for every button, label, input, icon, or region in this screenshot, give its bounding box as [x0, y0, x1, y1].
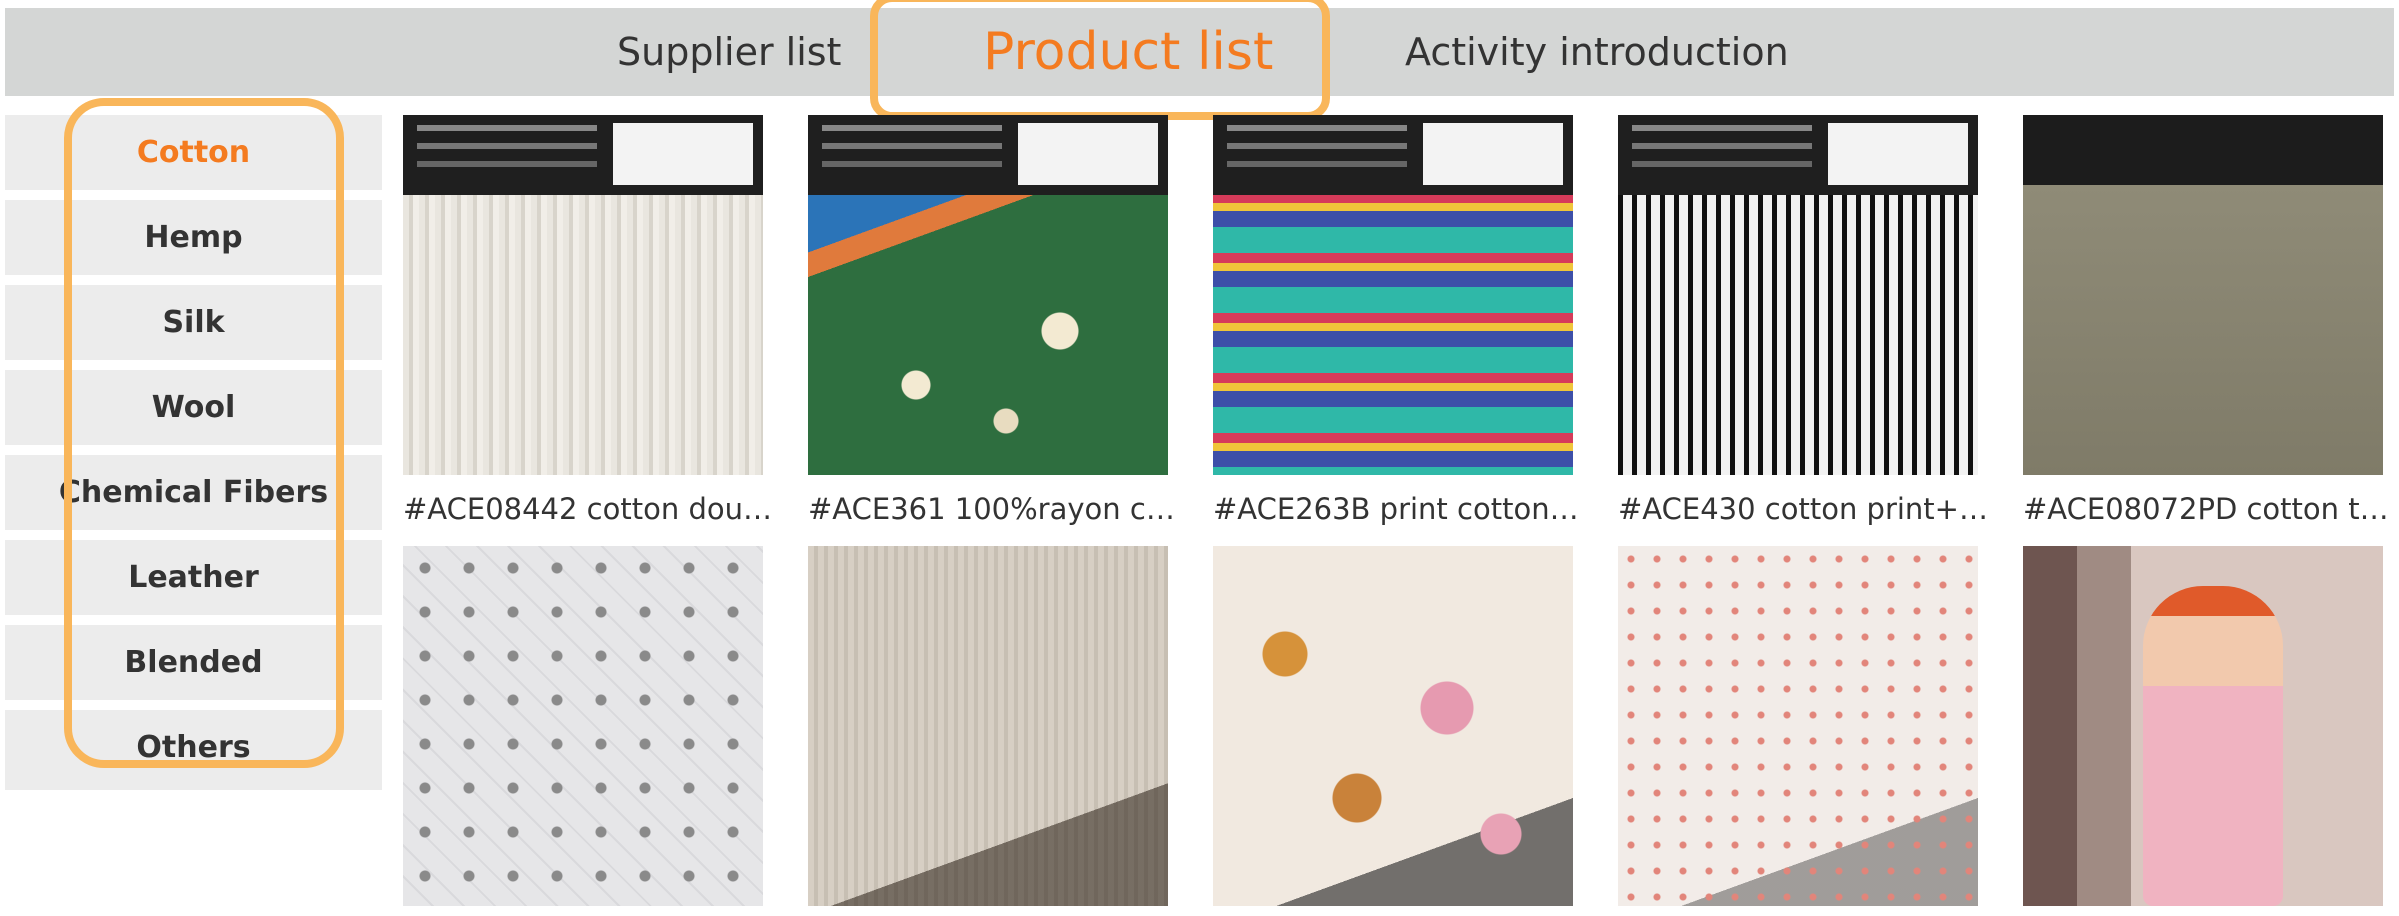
category-cotton[interactable]: Cotton: [5, 115, 382, 190]
product-caption[interactable]: #ACE08442 cotton doubl...: [403, 492, 773, 526]
category-silk[interactable]: Silk: [5, 285, 382, 360]
category-others[interactable]: Others: [5, 710, 382, 790]
tab-product-list[interactable]: Product list: [983, 8, 1273, 96]
fabric-label-tag: [1213, 115, 1573, 195]
category-chemical-fibers[interactable]: Chemical Fibers: [5, 455, 382, 530]
product-image-rib-knit[interactable]: [808, 546, 1168, 906]
model-figure: [2143, 586, 2283, 906]
category-blended[interactable]: Blended: [5, 625, 382, 700]
tab-supplier-list[interactable]: Supplier list: [617, 8, 841, 96]
product-card[interactable]: [808, 115, 1168, 475]
product-card[interactable]: [1618, 115, 1978, 475]
product-card[interactable]: [403, 115, 763, 475]
product-image-dot-floral[interactable]: [1618, 546, 1978, 906]
product-image-model-pink-shirt[interactable]: [2023, 546, 2383, 906]
product-caption[interactable]: #ACE430 cotton print+fl...: [1618, 492, 1988, 526]
category-leather[interactable]: Leather: [5, 540, 382, 615]
product-image-geometric-print-cotton[interactable]: [1213, 115, 1573, 475]
product-image-eyelet-lace[interactable]: [403, 546, 763, 906]
product-image-olive-cotton-twill[interactable]: [2023, 115, 2383, 475]
product-card[interactable]: [403, 546, 763, 906]
product-card[interactable]: [2023, 546, 2383, 906]
product-card[interactable]: [1213, 115, 1573, 475]
product-card[interactable]: [2023, 115, 2383, 475]
fabric-label-tag: [403, 115, 763, 195]
tab-activity-introduction[interactable]: Activity introduction: [1405, 8, 1789, 96]
product-card[interactable]: [1618, 546, 1978, 906]
category-wool[interactable]: Wool: [5, 370, 382, 445]
product-image-paisley-rayon[interactable]: [808, 115, 1168, 475]
product-image-striped-floral-cotton[interactable]: [1618, 115, 1978, 475]
product-card[interactable]: [808, 546, 1168, 906]
product-caption[interactable]: #ACE08072PD cotton twi...: [2023, 492, 2393, 526]
fabric-label-tag: [808, 115, 1168, 195]
product-caption[interactable]: #ACE361 100%rayon cha...: [808, 492, 1178, 526]
product-card[interactable]: [1213, 546, 1573, 906]
top-nav: Supplier list Product list Activity intr…: [5, 8, 2394, 96]
category-hemp[interactable]: Hemp: [5, 200, 382, 275]
fabric-label-tag: [1618, 115, 1978, 195]
product-image-floral-print[interactable]: [1213, 546, 1573, 906]
product-image-white-crinkle-cotton[interactable]: [403, 115, 763, 475]
product-caption[interactable]: #ACE263B print cotton/s...: [1213, 492, 1583, 526]
